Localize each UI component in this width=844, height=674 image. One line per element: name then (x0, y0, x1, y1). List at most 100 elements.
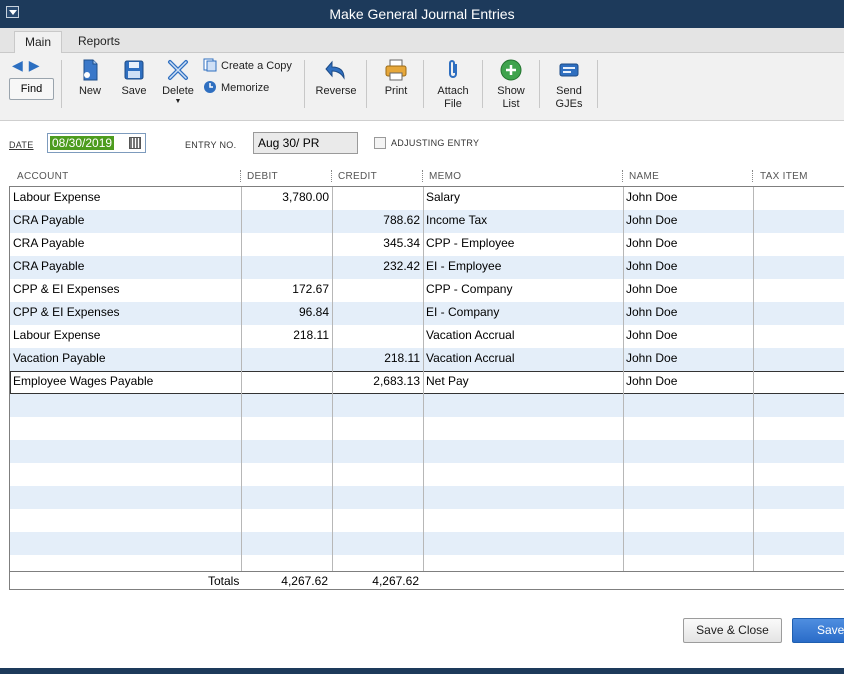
cell-credit[interactable] (332, 279, 423, 302)
empty-row[interactable] (10, 394, 844, 417)
empty-row[interactable] (10, 440, 844, 463)
adjusting-entry-checkbox[interactable] (374, 137, 386, 149)
column-resize-handle[interactable] (240, 170, 242, 182)
cell-debit[interactable] (241, 210, 332, 233)
date-label: DATE (9, 140, 34, 150)
cell-debit[interactable]: 218.11 (241, 325, 332, 348)
cell-debit[interactable]: 3,780.00 (241, 187, 332, 210)
empty-row[interactable] (10, 555, 844, 571)
column-header-debit[interactable]: DEBIT (247, 171, 278, 182)
attach-label-line2: File (444, 98, 462, 110)
cell-memo[interactable]: Income Tax (423, 210, 623, 233)
cell-credit[interactable]: 788.62 (332, 210, 423, 233)
cell-account[interactable]: CPP & EI Expenses (10, 279, 241, 302)
create-copy-button[interactable]: Create a Copy (203, 58, 292, 74)
reverse-label: Reverse (315, 85, 357, 97)
cell-name[interactable]: John Doe (623, 279, 753, 302)
entry-no-field[interactable]: Aug 30/ PR (253, 132, 358, 154)
column-resize-handle[interactable] (331, 170, 333, 182)
new-button[interactable]: New (76, 58, 104, 98)
cell-memo[interactable]: EI - Company (423, 302, 623, 325)
cell-credit[interactable] (332, 187, 423, 210)
empty-row[interactable] (10, 417, 844, 440)
column-resize-handle[interactable] (622, 170, 624, 182)
tab-main[interactable]: Main (14, 31, 63, 53)
toolbar-separator (366, 60, 367, 108)
ribbon: Main Reports ◀▶ Find New Save Delete ▼ C… (0, 28, 844, 121)
printer-icon (384, 58, 408, 82)
cell-memo[interactable]: Vacation Accrual (423, 325, 623, 348)
cell-account[interactable]: Labour Expense (10, 187, 241, 210)
column-resize-handle[interactable] (422, 170, 424, 182)
save-new-button[interactable]: Save (792, 618, 844, 643)
cell-debit[interactable] (241, 256, 332, 279)
totals-label: Totals (208, 574, 240, 588)
next-arrow-icon[interactable]: ▶ (29, 57, 46, 73)
cell-name[interactable]: John Doe (623, 325, 753, 348)
cell-name[interactable]: John Doe (623, 256, 753, 279)
cell-memo[interactable]: Vacation Accrual (423, 348, 623, 371)
cell-memo[interactable]: Salary (423, 187, 623, 210)
delete-dropdown-icon[interactable]: ▼ (161, 98, 195, 105)
print-button[interactable]: Print (379, 58, 413, 98)
cell-debit[interactable] (241, 233, 332, 256)
column-header-account[interactable]: ACCOUNT (17, 171, 69, 182)
cell-credit[interactable]: 232.42 (332, 256, 423, 279)
tab-reports[interactable]: Reports (68, 31, 130, 53)
attach-file-button[interactable]: Attach File (434, 58, 472, 111)
send-envelope-icon (557, 58, 581, 82)
column-header-name[interactable]: NAME (629, 171, 659, 182)
cell-account[interactable]: CRA Payable (10, 256, 241, 279)
cell-memo[interactable]: CPP - Company (423, 279, 623, 302)
cell-memo[interactable]: Net Pay (423, 371, 623, 394)
attach-label-line1: Attach (437, 85, 469, 97)
cell-debit[interactable]: 172.67 (241, 279, 332, 302)
find-button[interactable]: Find (9, 78, 54, 100)
column-header-tax-item[interactable]: TAX ITEM (760, 171, 808, 182)
toolbar-separator (61, 60, 62, 108)
empty-row[interactable] (10, 509, 844, 532)
cell-account[interactable]: Employee Wages Payable (10, 371, 241, 394)
cell-account[interactable]: CPP & EI Expenses (10, 302, 241, 325)
reverse-button[interactable]: Reverse (314, 58, 358, 98)
toolbar-separator (482, 60, 483, 108)
column-header-memo[interactable]: MEMO (429, 171, 461, 182)
column-resize-handle[interactable] (752, 170, 754, 182)
cell-name[interactable]: John Doe (623, 348, 753, 371)
cell-account[interactable]: CRA Payable (10, 210, 241, 233)
cell-account[interactable]: Vacation Payable (10, 348, 241, 371)
cell-credit[interactable]: 2,683.13 (332, 371, 423, 394)
cell-credit[interactable]: 218.11 (332, 348, 423, 371)
cell-memo[interactable]: EI - Employee (423, 256, 623, 279)
previous-arrow-icon[interactable]: ◀ (12, 57, 29, 73)
cell-name[interactable]: John Doe (623, 210, 753, 233)
cell-debit[interactable]: 96.84 (241, 302, 332, 325)
cell-name[interactable]: John Doe (623, 302, 753, 325)
cell-credit[interactable] (332, 325, 423, 348)
column-header-credit[interactable]: CREDIT (338, 171, 377, 182)
cell-name[interactable]: John Doe (623, 371, 753, 394)
window-title: Make General Journal Entries (329, 6, 515, 22)
send-gjes-button[interactable]: Send GJEs (550, 58, 588, 111)
calendar-icon[interactable] (129, 137, 141, 149)
empty-row[interactable] (10, 463, 844, 486)
empty-row[interactable] (10, 486, 844, 509)
date-field[interactable]: 08/30/2019 (47, 133, 146, 153)
cell-account[interactable]: CRA Payable (10, 233, 241, 256)
save-close-button[interactable]: Save & Close (683, 618, 782, 643)
cell-name[interactable]: John Doe (623, 187, 753, 210)
cell-credit[interactable] (332, 302, 423, 325)
save-button[interactable]: Save (118, 58, 150, 98)
grid-header: ACCOUNT DEBIT CREDIT MEMO NAME TAX ITEM (9, 167, 844, 186)
cell-memo[interactable]: CPP - Employee (423, 233, 623, 256)
save-label: Save (121, 85, 147, 97)
cell-account[interactable]: Labour Expense (10, 325, 241, 348)
cell-debit[interactable] (241, 348, 332, 371)
delete-button[interactable]: Delete ▼ (161, 58, 195, 105)
cell-credit[interactable]: 345.34 (332, 233, 423, 256)
cell-debit[interactable] (241, 371, 332, 394)
empty-row[interactable] (10, 532, 844, 555)
show-list-button[interactable]: Show List (493, 58, 529, 111)
memorize-button[interactable]: Memorize (203, 80, 269, 96)
cell-name[interactable]: John Doe (623, 233, 753, 256)
